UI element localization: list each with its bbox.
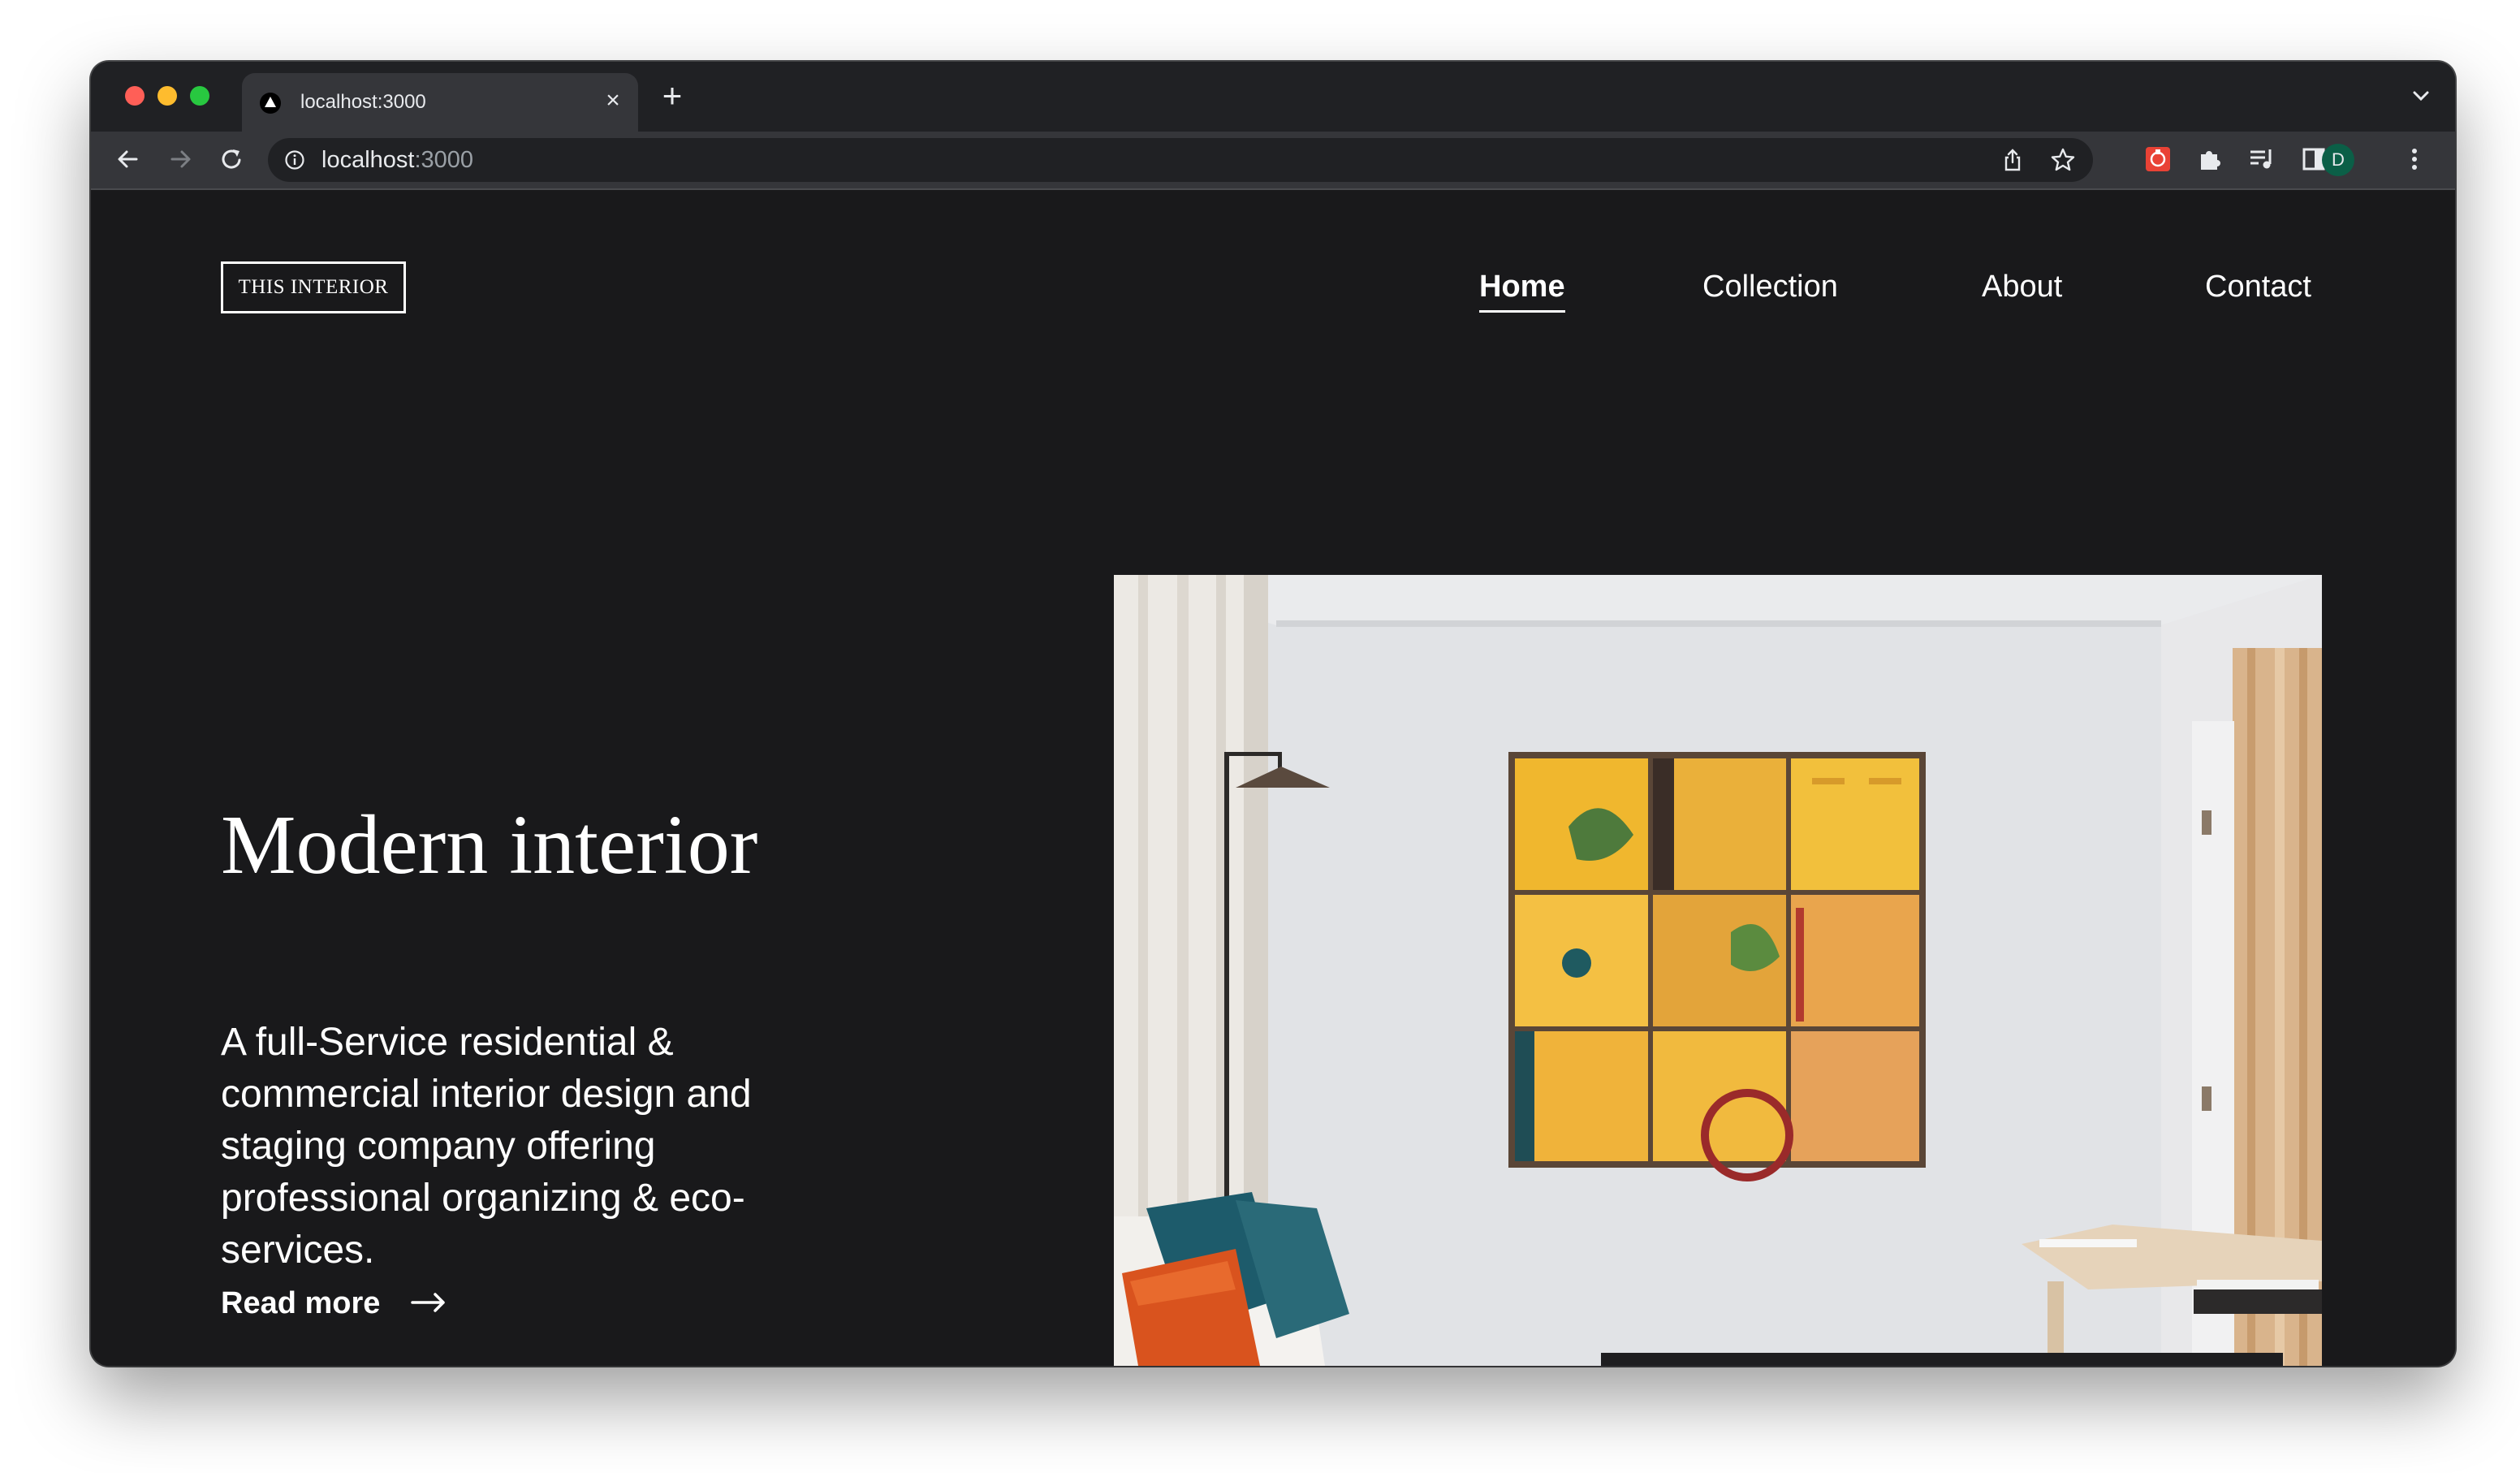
arrow-right-icon[interactable] bbox=[409, 1288, 448, 1317]
back-arrow-icon[interactable] bbox=[112, 143, 145, 175]
nav-link-collection[interactable]: Collection bbox=[1702, 270, 1838, 305]
maximize-window-button[interactable] bbox=[190, 86, 209, 106]
reading-list-icon[interactable] bbox=[2246, 143, 2278, 175]
webpage: THIS INTERIOR Home Collection About Cont… bbox=[91, 190, 2455, 1366]
favicon-icon bbox=[260, 93, 281, 114]
nav-link-home[interactable]: Home bbox=[1479, 270, 1565, 313]
browser-window: localhost:3000 × + localhost:3000 D THIS… bbox=[91, 62, 2455, 1366]
profile-avatar[interactable]: D bbox=[2322, 144, 2354, 176]
address-bar[interactable]: localhost:3000 bbox=[268, 138, 2093, 182]
more-vert-icon[interactable] bbox=[2398, 143, 2431, 175]
nav-link-contact[interactable]: Contact bbox=[2205, 270, 2311, 305]
bottom-panel bbox=[1601, 1353, 2283, 1366]
hero-room-image bbox=[1114, 575, 2322, 1366]
site-logo[interactable]: THIS INTERIOR bbox=[221, 261, 406, 313]
nav-link-about[interactable]: About bbox=[1982, 270, 2062, 305]
hero-title: Modern interior bbox=[221, 798, 758, 892]
close-window-button[interactable] bbox=[125, 86, 145, 106]
read-more-link[interactable]: Read more bbox=[221, 1286, 380, 1321]
browser-tab[interactable]: localhost:3000 × bbox=[242, 73, 638, 132]
forward-arrow-icon[interactable] bbox=[164, 143, 196, 175]
star-icon[interactable] bbox=[2049, 146, 2077, 174]
tab-close-button[interactable]: × bbox=[601, 86, 625, 115]
browser-toolbar: localhost:3000 D bbox=[91, 132, 2455, 190]
tab-title: localhost:3000 bbox=[300, 91, 426, 113]
info-icon[interactable] bbox=[284, 149, 305, 171]
reload-icon[interactable] bbox=[216, 143, 248, 175]
new-tab-button[interactable]: + bbox=[656, 79, 688, 113]
url-port: :3000 bbox=[414, 147, 474, 173]
tab-strip: localhost:3000 × + bbox=[91, 62, 2455, 132]
hero-description: A full-Service residential & commercial … bbox=[221, 1021, 752, 1272]
puzzle-icon[interactable] bbox=[2194, 143, 2226, 175]
url-text: localhost:3000 bbox=[321, 147, 473, 174]
minimize-window-button[interactable] bbox=[158, 86, 177, 106]
chevron-down-icon[interactable] bbox=[2408, 83, 2434, 109]
extension-app-icon[interactable] bbox=[2142, 143, 2174, 175]
url-host: localhost bbox=[321, 147, 415, 173]
share-icon[interactable] bbox=[2000, 148, 2025, 172]
